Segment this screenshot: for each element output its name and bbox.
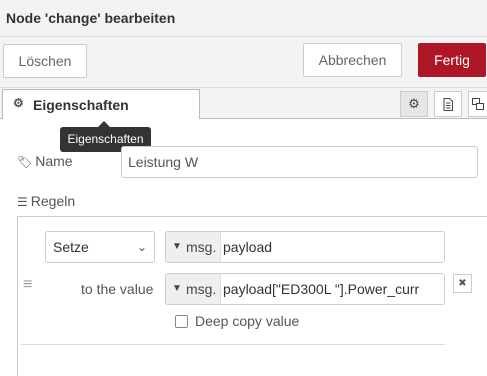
tag-icon: 🏷: [17, 155, 33, 169]
name-label-text: Name: [35, 153, 73, 169]
action-bar: Löschen Abbrechen Fertig: [0, 37, 487, 88]
target-property-value: payload: [223, 239, 273, 255]
to-value-label: to the value: [81, 281, 154, 297]
chevron-down-icon: ⌄: [136, 240, 147, 254]
drag-handle-icon[interactable]: ≡: [23, 276, 32, 294]
deep-copy-checkbox[interactable]: [175, 315, 188, 328]
dialog-title: Node 'change' bearbeiten: [6, 10, 176, 26]
name-input[interactable]: Leistung W: [121, 146, 478, 178]
document-icon: [443, 98, 453, 111]
appearance-view-button[interactable]: [468, 91, 487, 117]
tab-bar: ⚙ Eigenschaften ⚙: [0, 88, 487, 119]
properties-view-button[interactable]: ⚙: [400, 91, 428, 117]
caret-down-icon: ▼: [172, 283, 182, 294]
cancel-button[interactable]: Abbrechen: [303, 43, 402, 77]
appearance-icon: [472, 98, 484, 110]
list-icon: ☰: [17, 195, 28, 209]
delete-button[interactable]: Löschen: [3, 44, 87, 78]
deep-copy-label: Deep copy value: [195, 313, 300, 329]
rule-action-select[interactable]: Setze ⌄: [45, 231, 155, 263]
tab-properties[interactable]: ⚙ Eigenschaften: [2, 89, 200, 119]
gear-icon: ⚙: [13, 96, 24, 110]
done-button[interactable]: Fertig: [418, 43, 486, 77]
gear-icon: ⚙: [408, 96, 420, 111]
value-input[interactable]: ▼ msg. payload["ED300L "].Power_curr: [165, 273, 445, 305]
remove-rule-button[interactable]: ✖: [453, 274, 472, 293]
target-type-label: msg.: [186, 239, 217, 255]
name-label: 🏷 Name: [17, 153, 73, 169]
rules-label: ☰ Regeln: [17, 193, 75, 209]
rules-label-text: Regeln: [30, 193, 76, 209]
description-view-button[interactable]: [434, 91, 462, 117]
target-type-selector[interactable]: ▼ msg.: [166, 232, 221, 262]
close-icon: ✖: [458, 278, 467, 289]
divider: [21, 344, 445, 345]
caret-down-icon: ▼: [172, 241, 182, 252]
value-text: payload["ED300L "].Power_curr: [223, 281, 420, 297]
rule-action-value: Setze: [53, 239, 89, 255]
title-bar: Node 'change' bearbeiten: [0, 0, 487, 37]
target-property-input[interactable]: ▼ msg. payload: [165, 231, 445, 263]
value-type-selector[interactable]: ▼ msg.: [166, 274, 221, 304]
tab-properties-label: Eigenschaften: [33, 97, 129, 113]
value-type-label: msg.: [186, 281, 217, 297]
